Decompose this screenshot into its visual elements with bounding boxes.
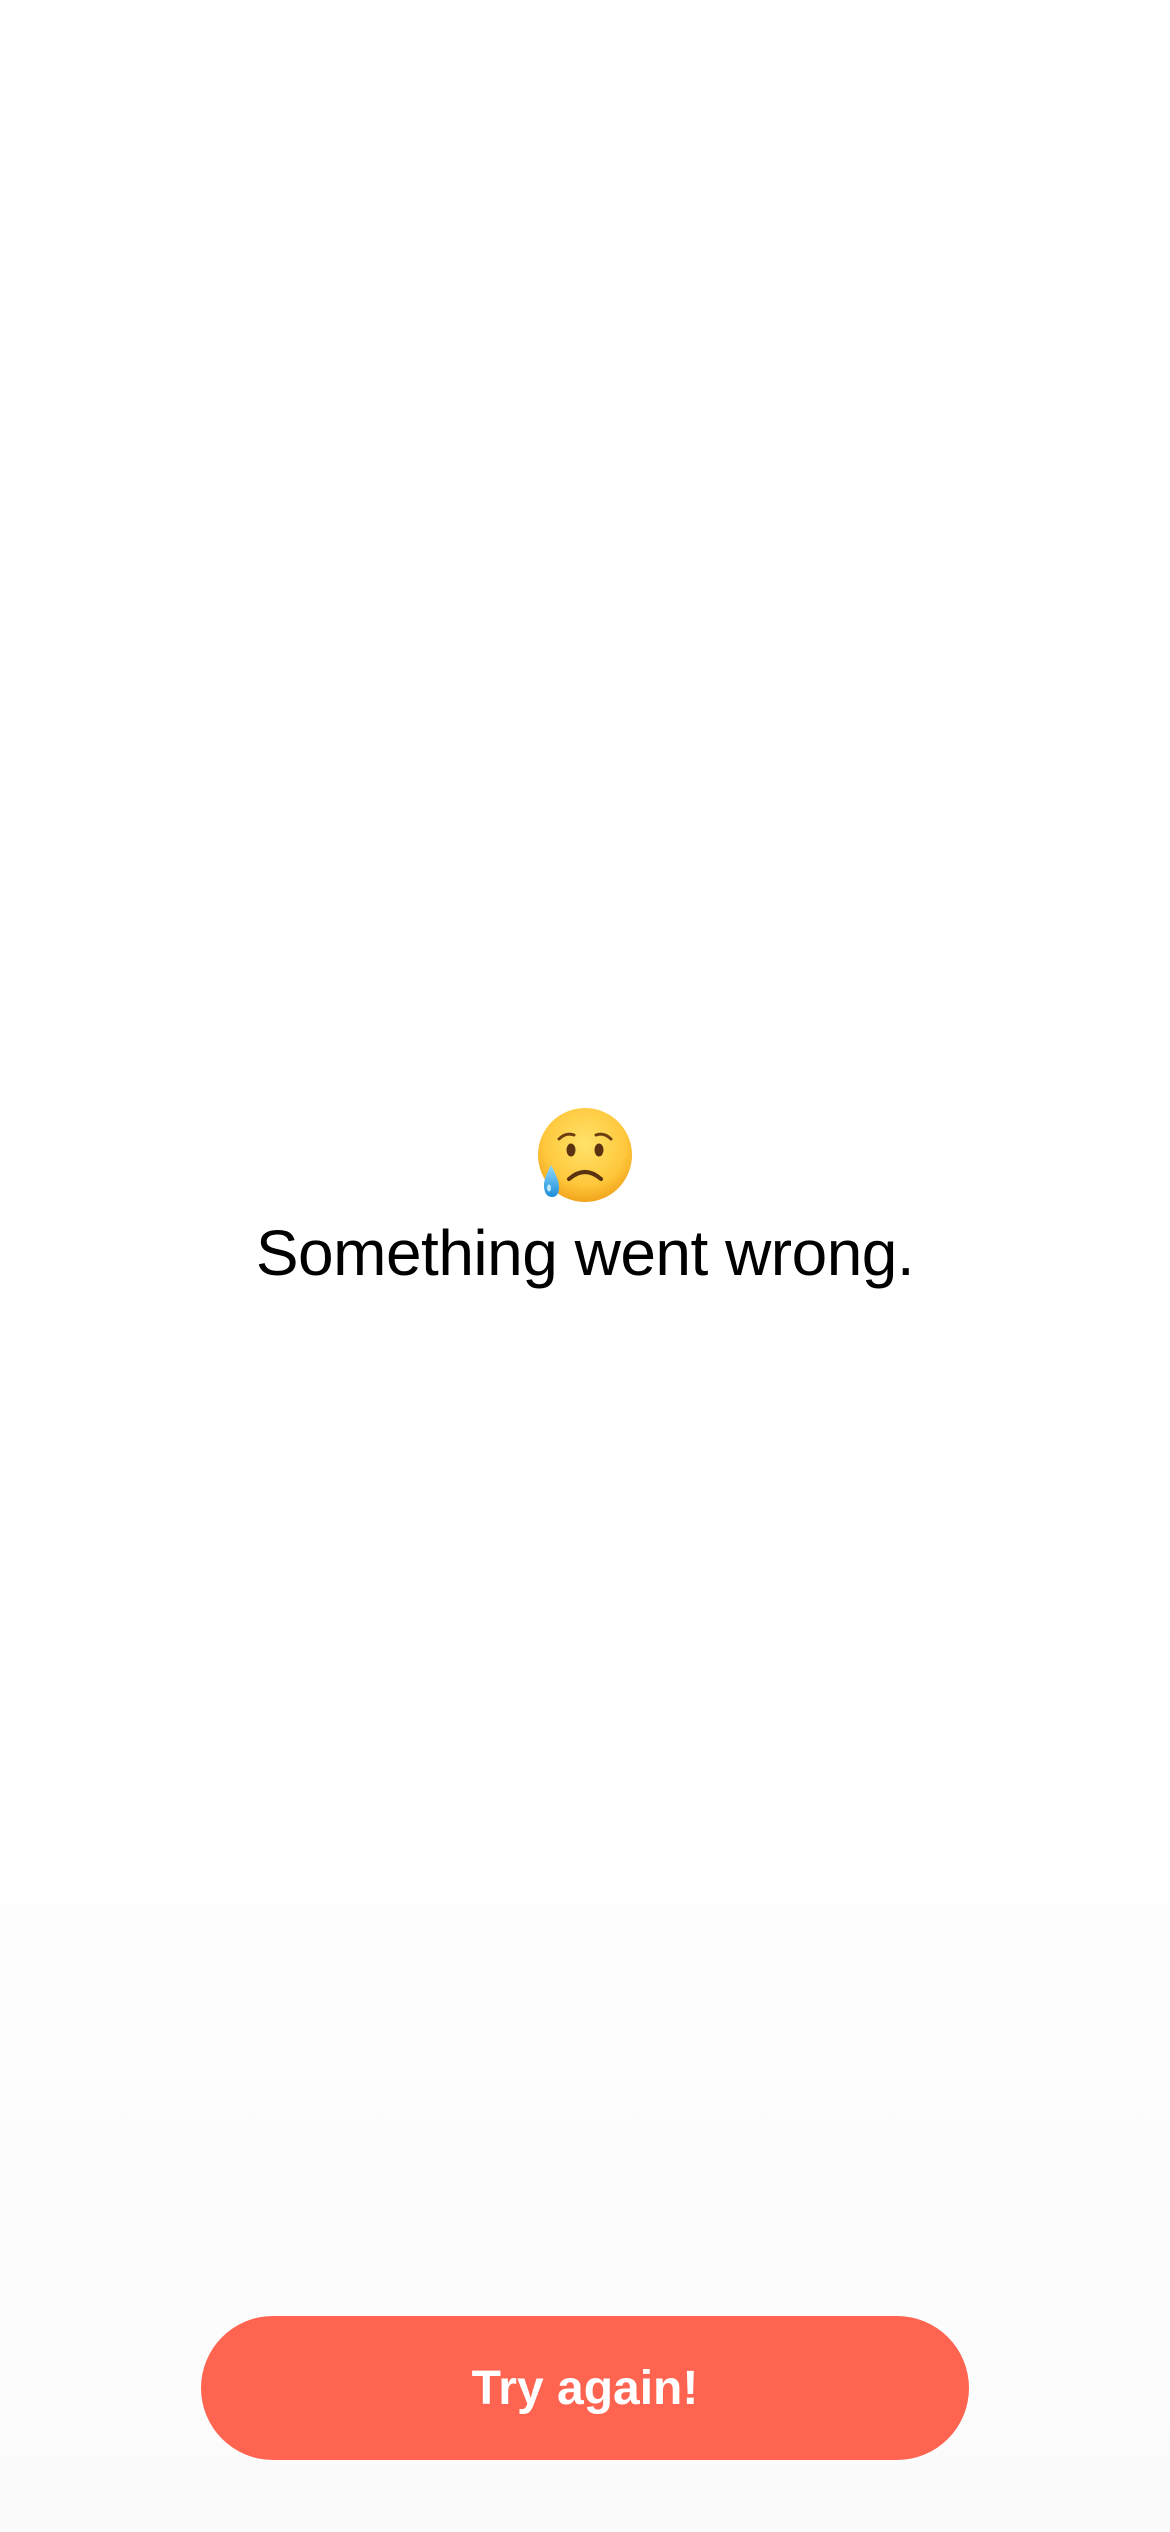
sad-but-relieved-face-icon [538,1108,632,1202]
error-container: Something went wrong. [0,1105,1170,1293]
error-screen: Something went wrong. Try again! [0,0,1170,2532]
error-message: Something went wrong. [255,1217,915,1289]
try-again-button[interactable]: Try again! [201,2316,969,2460]
try-again-label: Try again! [471,2361,699,2415]
